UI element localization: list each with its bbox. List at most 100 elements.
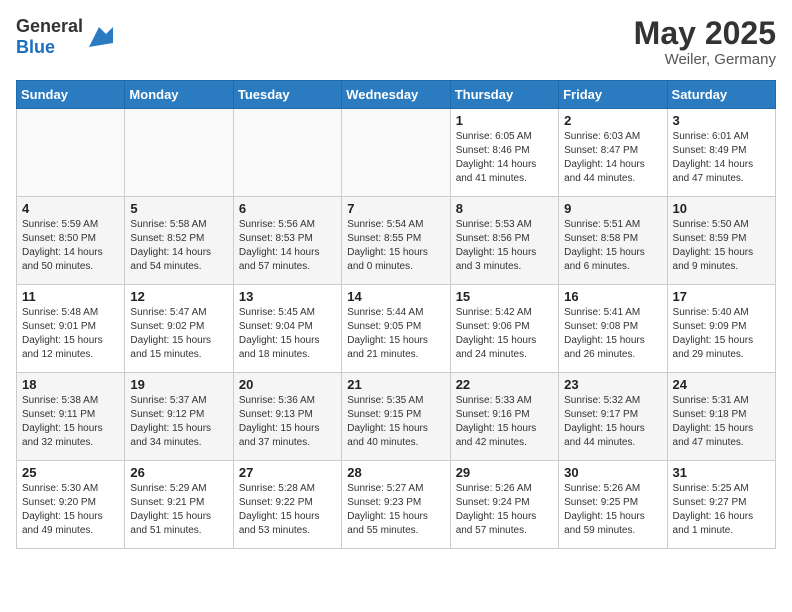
day-number: 22 xyxy=(456,377,553,392)
calendar-day-cell: 7Sunrise: 5:54 AM Sunset: 8:55 PM Daylig… xyxy=(342,197,450,285)
calendar-week-row: 1Sunrise: 6:05 AM Sunset: 8:46 PM Daylig… xyxy=(17,109,776,197)
day-info: Sunrise: 5:26 AM Sunset: 9:25 PM Dayligh… xyxy=(564,482,661,538)
logo-text: General Blue xyxy=(16,16,83,58)
day-number: 20 xyxy=(239,377,336,392)
calendar-day-cell: 8 Sunrise: 5:53 AM Sunset: 8:56 PM Daylig… xyxy=(450,197,558,285)
day-number: 17 xyxy=(673,289,770,304)
day-info: Sunrise: 5:32 AM Sunset: 9:17 PM Dayligh… xyxy=(564,394,661,450)
day-info: Sunrise: 5:31 AM Sunset: 9:18 PM Dayligh… xyxy=(673,394,770,450)
calendar-day-cell xyxy=(342,109,450,197)
day-number: 2 xyxy=(564,113,661,128)
day-info: Sunrise: 5:38 AM Sunset: 9:11 PM Dayligh… xyxy=(22,394,119,450)
calendar-day-cell: 16 Sunrise: 5:41 AM Sunset: 9:08 PM Dayli… xyxy=(559,285,667,373)
day-info: Sunrise: 5:29 AM Sunset: 9:21 PM Dayligh… xyxy=(130,482,227,538)
day-number: 12 xyxy=(130,289,227,304)
day-number: 18 xyxy=(22,377,119,392)
calendar-day-cell: 22Sunrise: 5:33 AM Sunset: 9:16 PM Dayli… xyxy=(450,373,558,461)
day-number: 10 xyxy=(673,201,770,216)
day-info: Sunrise: 5:47 AM Sunset: 9:02 PM Dayligh… xyxy=(130,306,227,362)
logo: General Blue xyxy=(16,16,113,58)
day-number: 31 xyxy=(673,465,770,480)
calendar-day-cell: 3Sunrise: 6:01 AM Sunset: 8:49 PM Daylig… xyxy=(667,109,775,197)
logo-icon xyxy=(85,23,113,51)
day-number: 1 xyxy=(456,113,553,128)
calendar-day-cell: 29 Sunrise: 5:26 AM Sunset: 9:24 PM Dayli… xyxy=(450,461,558,549)
day-number: 29 xyxy=(456,465,553,480)
day-number: 5 xyxy=(130,201,227,216)
calendar-day-cell: 5 Sunrise: 5:58 AM Sunset: 8:52 PM Daylig… xyxy=(125,197,233,285)
calendar-day-cell: 14 Sunrise: 5:44 AM Sunset: 9:05 PM Dayli… xyxy=(342,285,450,373)
day-info: Sunrise: 5:30 AM Sunset: 9:20 PM Dayligh… xyxy=(22,482,119,538)
calendar-day-cell: 15 Sunrise: 5:42 AM Sunset: 9:06 PM Dayli… xyxy=(450,285,558,373)
subtitle: Weiler, Germany xyxy=(634,51,776,68)
calendar-day-header: Monday xyxy=(125,81,233,109)
calendar-day-cell: 11 Sunrise: 5:48 AM Sunset: 9:01 PM Dayli… xyxy=(17,285,125,373)
day-info: Sunrise: 5:45 AM Sunset: 9:04 PM Dayligh… xyxy=(239,306,336,362)
calendar-day-cell xyxy=(125,109,233,197)
day-info: Sunrise: 5:56 AM Sunset: 8:53 PM Dayligh… xyxy=(239,218,336,274)
day-number: 7 xyxy=(347,201,444,216)
day-info: Sunrise: 5:40 AM Sunset: 9:09 PM Dayligh… xyxy=(673,306,770,362)
day-info: Sunrise: 5:27 AM Sunset: 9:23 PM Dayligh… xyxy=(347,482,444,538)
calendar-day-cell: 31 Sunrise: 5:25 AM Sunset: 9:27 PM Dayli… xyxy=(667,461,775,549)
title-block: May 2025 Weiler, Germany xyxy=(634,16,776,68)
logo-blue: Blue xyxy=(16,37,55,57)
calendar-day-cell: 20Sunrise: 5:36 AM Sunset: 9:13 PM Dayli… xyxy=(233,373,341,461)
calendar-day-cell: 30 Sunrise: 5:26 AM Sunset: 9:25 PM Dayli… xyxy=(559,461,667,549)
day-info: Sunrise: 5:50 AM Sunset: 8:59 PM Dayligh… xyxy=(673,218,770,274)
day-number: 30 xyxy=(564,465,661,480)
calendar-week-row: 11 Sunrise: 5:48 AM Sunset: 9:01 PM Dayli… xyxy=(17,285,776,373)
day-number: 4 xyxy=(22,201,119,216)
calendar-day-header: Thursday xyxy=(450,81,558,109)
day-info: Sunrise: 5:25 AM Sunset: 9:27 PM Dayligh… xyxy=(673,482,770,538)
calendar-day-header: Wednesday xyxy=(342,81,450,109)
day-info: Sunrise: 5:51 AM Sunset: 8:58 PM Dayligh… xyxy=(564,218,661,274)
day-number: 8 xyxy=(456,201,553,216)
calendar-week-row: 4 Sunrise: 5:59 AM Sunset: 8:50 PM Daylig… xyxy=(17,197,776,285)
day-number: 15 xyxy=(456,289,553,304)
day-number: 16 xyxy=(564,289,661,304)
calendar-day-cell: 2 Sunrise: 6:03 AM Sunset: 8:47 PM Daylig… xyxy=(559,109,667,197)
calendar-header-row: SundayMondayTuesdayWednesdayThursdayFrid… xyxy=(17,81,776,109)
day-info: Sunrise: 6:03 AM Sunset: 8:47 PM Dayligh… xyxy=(564,130,661,186)
day-info: Sunrise: 5:44 AM Sunset: 9:05 PM Dayligh… xyxy=(347,306,444,362)
day-info: Sunrise: 5:26 AM Sunset: 9:24 PM Dayligh… xyxy=(456,482,553,538)
calendar-day-header: Saturday xyxy=(667,81,775,109)
day-info: Sunrise: 5:28 AM Sunset: 9:22 PM Dayligh… xyxy=(239,482,336,538)
day-number: 19 xyxy=(130,377,227,392)
day-info: Sunrise: 5:41 AM Sunset: 9:08 PM Dayligh… xyxy=(564,306,661,362)
calendar-day-cell: 27Sunrise: 5:28 AM Sunset: 9:22 PM Dayli… xyxy=(233,461,341,549)
calendar-table: SundayMondayTuesdayWednesdayThursdayFrid… xyxy=(16,80,776,549)
day-info: Sunrise: 5:48 AM Sunset: 9:01 PM Dayligh… xyxy=(22,306,119,362)
day-info: Sunrise: 5:59 AM Sunset: 8:50 PM Dayligh… xyxy=(22,218,119,274)
calendar-day-cell: 18 Sunrise: 5:38 AM Sunset: 9:11 PM Dayli… xyxy=(17,373,125,461)
main-title: May 2025 xyxy=(634,16,776,51)
day-number: 24 xyxy=(673,377,770,392)
calendar-day-cell: 9 Sunrise: 5:51 AM Sunset: 8:58 PM Daylig… xyxy=(559,197,667,285)
day-number: 21 xyxy=(347,377,444,392)
page-header: General Blue May 2025 Weiler, Germany xyxy=(16,16,776,68)
day-info: Sunrise: 5:53 AM Sunset: 8:56 PM Dayligh… xyxy=(456,218,553,274)
calendar-day-cell: 4 Sunrise: 5:59 AM Sunset: 8:50 PM Daylig… xyxy=(17,197,125,285)
calendar-day-cell xyxy=(233,109,341,197)
calendar-day-cell: 17 Sunrise: 5:40 AM Sunset: 9:09 PM Dayli… xyxy=(667,285,775,373)
day-number: 6 xyxy=(239,201,336,216)
calendar-day-cell: 28Sunrise: 5:27 AM Sunset: 9:23 PM Dayli… xyxy=(342,461,450,549)
calendar-day-cell xyxy=(17,109,125,197)
calendar-day-cell: 21 Sunrise: 5:35 AM Sunset: 9:15 PM Dayli… xyxy=(342,373,450,461)
day-number: 14 xyxy=(347,289,444,304)
calendar-day-cell: 24 Sunrise: 5:31 AM Sunset: 9:18 PM Dayli… xyxy=(667,373,775,461)
logo-general: General xyxy=(16,16,83,36)
day-info: Sunrise: 5:58 AM Sunset: 8:52 PM Dayligh… xyxy=(130,218,227,274)
day-number: 13 xyxy=(239,289,336,304)
day-number: 9 xyxy=(564,201,661,216)
day-info: Sunrise: 5:35 AM Sunset: 9:15 PM Dayligh… xyxy=(347,394,444,450)
day-info: Sunrise: 5:42 AM Sunset: 9:06 PM Dayligh… xyxy=(456,306,553,362)
day-number: 23 xyxy=(564,377,661,392)
calendar-day-header: Sunday xyxy=(17,81,125,109)
day-number: 11 xyxy=(22,289,119,304)
calendar-day-cell: 23 Sunrise: 5:32 AM Sunset: 9:17 PM Dayli… xyxy=(559,373,667,461)
calendar-day-cell: 26Sunrise: 5:29 AM Sunset: 9:21 PM Dayli… xyxy=(125,461,233,549)
day-info: Sunrise: 5:37 AM Sunset: 9:12 PM Dayligh… xyxy=(130,394,227,450)
calendar-week-row: 18 Sunrise: 5:38 AM Sunset: 9:11 PM Dayli… xyxy=(17,373,776,461)
